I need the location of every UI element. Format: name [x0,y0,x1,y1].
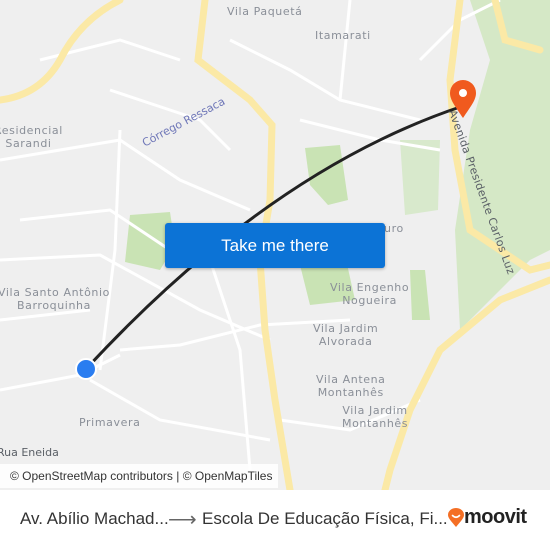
label-primavera: Primavera [79,416,141,429]
park-area [400,140,440,215]
origin-name: Av. Abílio Machad... [20,509,169,528]
moovit-wordmark: moovit [464,506,527,528]
label-line: Vila Jardim [313,322,379,335]
label-vila-antena-montanhes: Vila Antena Montanhês [316,373,386,399]
label-line: Barroquinha [17,299,91,312]
label-line: Vila Jardim [342,404,408,417]
label-line: Montanhês [317,386,384,399]
destination-name: Escola De Educação Física, Fi... [202,509,448,528]
label-line: Vila Antena [316,373,386,386]
label-vila-paqueta: Vila Paquetá [227,5,303,18]
label-vila-jardim-alvorada: Vila Jardim Alvorada [313,322,378,348]
label-line: Alvorada [318,335,373,348]
label-line: Residencial [0,124,63,137]
label-vila-engenho-nogueira: Vila Engenho Nogueira [330,281,409,307]
label-line: Sarandi [5,137,52,150]
label-line: Nogueira [342,294,397,307]
take-me-there-button[interactable]: Take me there [165,223,385,268]
label-line: Vila Engenho [330,281,410,294]
label-vila-santo-antonio: Vila Santo Antônio Barroquinha [0,286,110,312]
label-residencial-sarandi: Residencial Sarandi [0,124,63,150]
park-area [410,270,430,320]
footer-bar: Av. Abílio Machad... ⟶ Escola De Educaçã… [0,490,550,550]
label-vila-jardim-montanhes: Vila Jardim Montanhês [342,404,408,430]
label-rua-eneida: Rua Eneida [0,446,59,459]
label-itamarati: Itamarati [315,29,371,42]
label-line: Vila Santo Antônio [0,286,110,299]
map-view[interactable]: Vila Paquetá Itamarati Residencial Saran… [0,0,550,490]
arrow-right-icon: ⟶ [168,509,197,531]
park-area [305,145,348,205]
label-line: Montanhês [342,417,409,430]
moovit-pin-icon [448,507,464,527]
moovit-logo[interactable]: moovit [448,506,527,529]
map-attribution[interactable]: © OpenStreetMap contributors | © OpenMap… [0,464,279,488]
label-partial: uro [384,222,404,235]
origin-marker [75,358,97,380]
